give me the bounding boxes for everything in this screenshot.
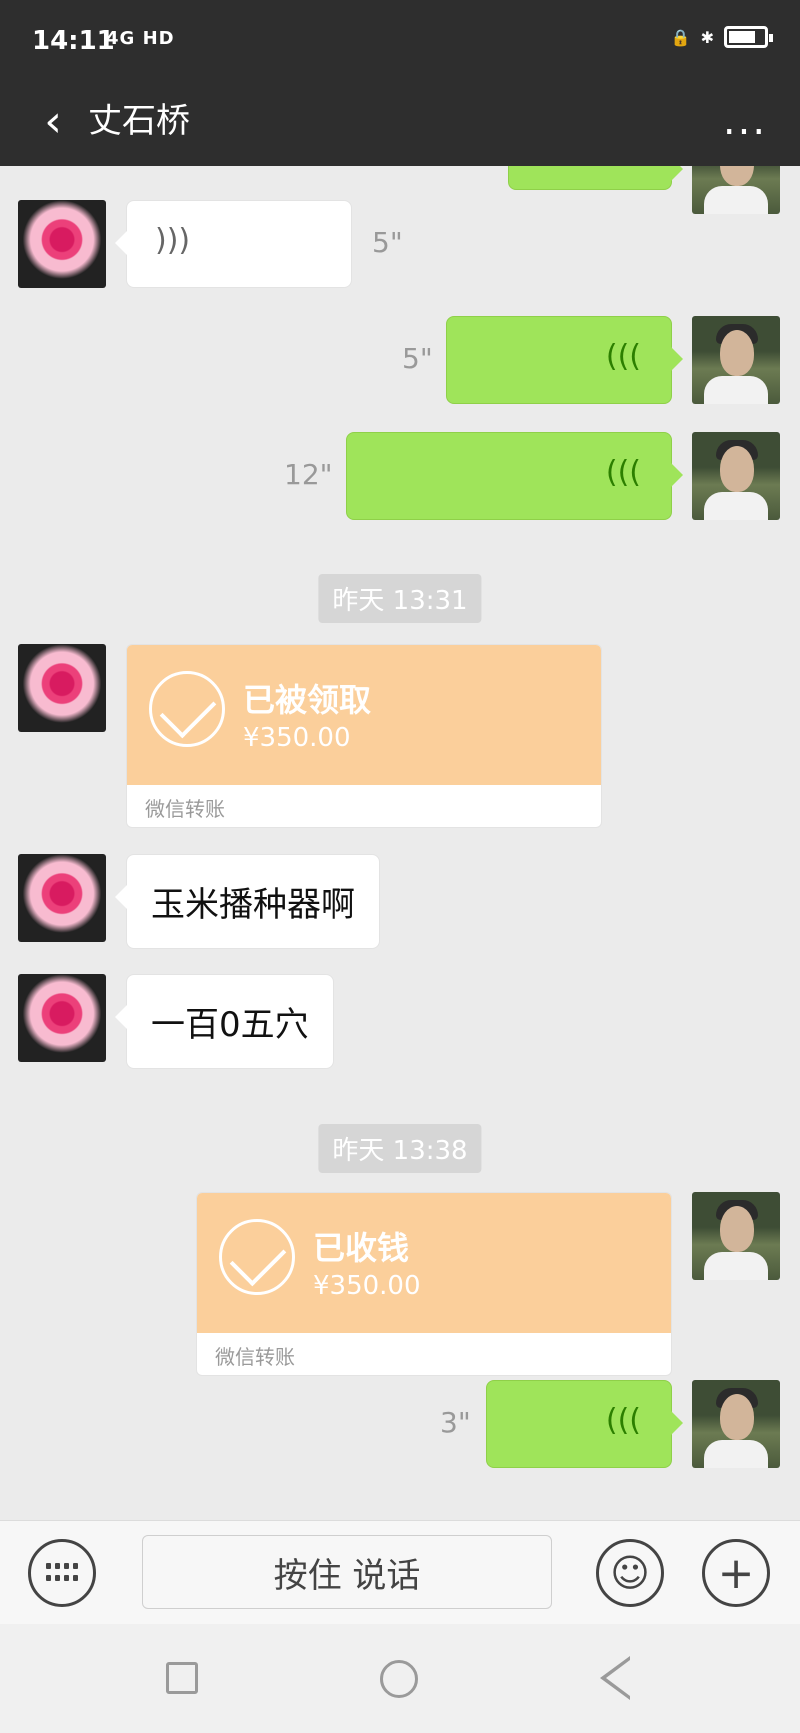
check-icon [219,1219,295,1295]
text-message[interactable]: 玉米播种器啊 [115,854,380,949]
voice-message[interactable]: ((( [446,316,683,404]
back-icon[interactable] [600,1656,630,1700]
battery-icon [724,26,773,48]
more-functions-button[interactable]: + [702,1539,770,1607]
emoji-button[interactable]: ☺ [596,1539,664,1607]
voice-duration: 5" [402,342,433,375]
transfer-amount: ¥350.00 [313,1271,421,1301]
status-bar: 14:11 4G HD 🔒 ✱ [0,0,800,82]
transfer-status: 已收钱 [313,1229,410,1267]
status-icons: 🔒 ✱ [670,26,773,48]
more-options-button[interactable]: ... [710,96,780,146]
emoji-icon: ☺ [610,1551,650,1595]
contact-avatar[interactable] [18,644,106,732]
contact-avatar[interactable] [18,854,106,942]
voice-duration: 5" [372,226,403,259]
my-avatar[interactable] [692,1192,780,1280]
lock-icon: 🔒 [670,27,691,47]
plus-icon: + [717,1547,755,1599]
back-button[interactable]: ‹ [28,95,78,147]
contact-avatar[interactable] [18,200,106,288]
transfer-amount: ¥350.00 [243,723,351,753]
my-avatar[interactable] [692,1380,780,1468]
transfer-card[interactable]: 已收钱 ¥350.00 微信转账 [196,1192,672,1376]
voice-wave-icon: ((( [605,455,641,490]
keyboard-toggle-button[interactable] [28,1539,96,1607]
text-message[interactable]: 一百0五穴 [115,974,334,1069]
my-avatar[interactable] [692,166,780,214]
my-avatar[interactable] [692,432,780,520]
recent-apps-icon[interactable] [166,1662,198,1694]
voice-wave-icon: ((( [605,339,641,374]
contact-avatar[interactable] [18,974,106,1062]
keyboard-icon [46,1563,78,1583]
more-icon: ... [722,98,768,144]
timestamp: 昨天 13:31 [318,574,482,623]
voice-duration: 3" [440,1406,471,1439]
home-icon[interactable] [380,1660,418,1698]
bluetooth-icon: ✱ [700,27,714,47]
voice-message[interactable]: ((( [346,432,683,520]
transfer-service: 微信转账 [145,797,225,821]
network-indicator: 4G HD [106,28,175,49]
transfer-status: 已被领取 [243,681,372,719]
voice-message[interactable]: ))) [115,200,352,288]
hold-to-talk-button[interactable]: 按住 说话 [142,1535,552,1609]
input-bar: 按住 说话 ☺ + [0,1520,800,1624]
transfer-service: 微信转账 [215,1345,295,1369]
check-icon [149,671,225,747]
voice-wave-icon: ))) [155,223,191,258]
chevron-left-icon: ‹ [44,95,62,147]
voice-message[interactable]: ((( [486,1380,683,1468]
status-time: 14:11 [32,26,115,56]
voice-bubble-partial[interactable] [508,166,683,190]
chat-header: ‹ 丈石桥 ... [0,82,800,166]
chat-messages[interactable]: ))) 5" 5" ((( 12" ((( 昨天 13:31 已被领取 ¥350… [0,166,800,1520]
contact-name: 丈石桥 [88,101,190,141]
system-navbar [0,1624,800,1733]
my-avatar[interactable] [692,316,780,404]
transfer-card[interactable]: 已被领取 ¥350.00 微信转账 [126,644,602,828]
timestamp: 昨天 13:38 [318,1124,482,1173]
voice-duration: 12" [284,458,333,491]
voice-wave-icon: ((( [605,1403,641,1438]
